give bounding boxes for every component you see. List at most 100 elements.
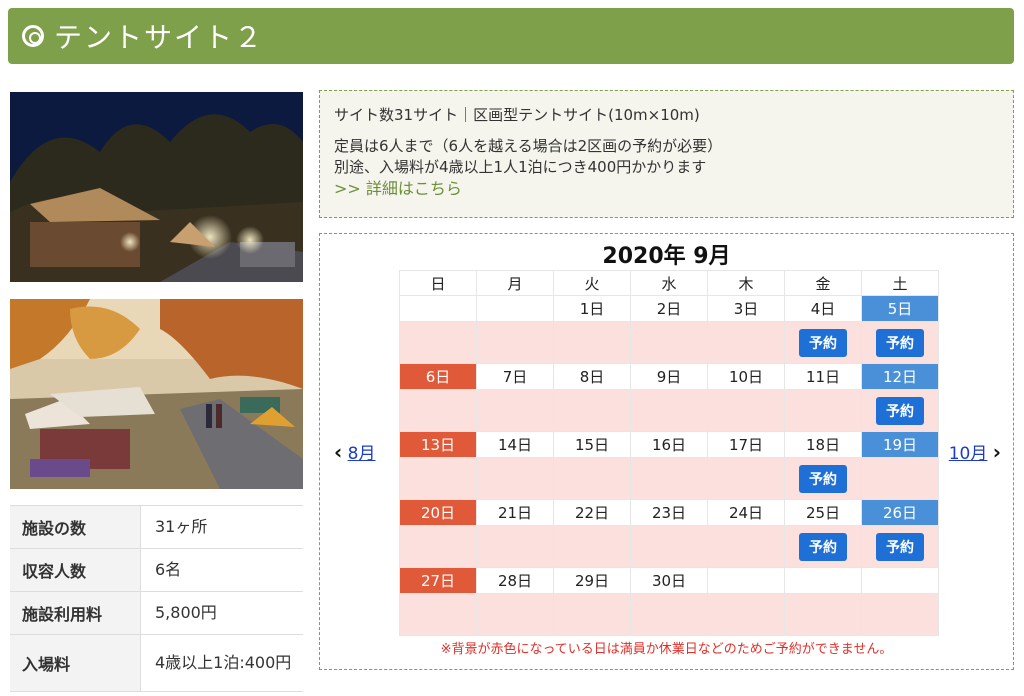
weekday-header-row: 日 月 火 水 木 金 土 <box>399 270 939 296</box>
status-cell-empty <box>476 321 554 364</box>
status-cell-full <box>553 457 631 500</box>
status-cell-available: 予約 <box>861 525 939 568</box>
date-row: 6日 7日 8日 9日 10日 11日 12日 <box>399 363 939 390</box>
reserve-button[interactable]: 予約 <box>799 532 847 561</box>
status-cell-available: 予約 <box>784 525 862 568</box>
status-cell-full <box>476 525 554 568</box>
status-cell-full <box>399 389 477 432</box>
weekday-label: 水 <box>630 270 708 296</box>
row-label: 施設利用料 <box>10 591 141 635</box>
calendar-title: 2020年 9月 <box>602 244 731 269</box>
status-cell-full <box>707 457 785 500</box>
next-month-nav[interactable]: 10月 › <box>949 439 1001 464</box>
date-cell-saturday: 12日 <box>861 363 939 390</box>
date-cell-sunday: 6日 <box>399 363 477 390</box>
status-cell-full <box>707 525 785 568</box>
status-cell-full <box>553 593 631 636</box>
weekday-label: 土 <box>861 270 939 296</box>
status-row <box>399 593 939 636</box>
date-row: 20日 21日 22日 23日 24日 25日 26日 <box>399 499 939 526</box>
prev-month-link[interactable]: 8月 <box>348 444 376 464</box>
status-cell-full <box>476 389 554 432</box>
date-row: 13日 14日 15日 16日 17日 18日 19日 <box>399 431 939 458</box>
weekday-label: 火 <box>553 270 631 296</box>
reserve-button[interactable]: 予約 <box>799 464 847 493</box>
weekday-label: 木 <box>707 270 785 296</box>
section-header: テントサイト２ <box>8 8 1014 64</box>
reservation-calendar: 2020年 9月 ‹ 8月 10月 › 日 月 火 水 木 金 土 1日 2日 … <box>319 233 1014 670</box>
date-cell-empty <box>861 567 939 594</box>
status-cell-full <box>476 457 554 500</box>
date-cell: 15日 <box>553 431 631 458</box>
status-cell-available: 予約 <box>861 389 939 432</box>
date-cell-sunday: 20日 <box>399 499 477 526</box>
date-cell-saturday: 5日 <box>861 295 939 322</box>
date-cell: 10日 <box>707 363 785 390</box>
row-value: 31ヶ所 <box>155 517 208 536</box>
date-cell: 16日 <box>630 431 708 458</box>
date-cell-empty <box>707 567 785 594</box>
next-month-link[interactable]: 10月 <box>949 444 988 464</box>
status-cell-full <box>553 321 631 364</box>
date-row: 1日 2日 3日 4日 5日 <box>399 295 939 322</box>
status-row: 予約 <box>399 457 939 500</box>
weekday-label: 日 <box>399 270 477 296</box>
date-cell: 21日 <box>476 499 554 526</box>
status-cell-full <box>476 593 554 636</box>
status-cell-full <box>399 593 477 636</box>
table-row: 施設利用料 5,800円 <box>10 591 303 635</box>
reserve-button[interactable]: 予約 <box>876 532 924 561</box>
reserve-button[interactable]: 予約 <box>876 396 924 425</box>
status-cell-full <box>630 525 708 568</box>
status-cell-full <box>553 389 631 432</box>
details-link[interactable]: >> 詳細はこちら <box>334 178 999 199</box>
status-cell-full <box>630 457 708 500</box>
date-cell: 4日 <box>784 295 862 322</box>
status-cell-full <box>553 525 631 568</box>
date-cell: 29日 <box>553 567 631 594</box>
status-cell-full <box>707 389 785 432</box>
date-cell: 25日 <box>784 499 862 526</box>
date-cell-sunday: 27日 <box>399 567 477 594</box>
double-circle-icon <box>22 25 44 47</box>
table-row: 入場料 4歳以上1泊:400円 <box>10 634 303 692</box>
status-cell-full <box>784 389 862 432</box>
date-cell: 30日 <box>630 567 708 594</box>
date-cell: 11日 <box>784 363 862 390</box>
date-cell: 17日 <box>707 431 785 458</box>
date-cell-empty <box>784 567 862 594</box>
date-cell: 2日 <box>630 295 708 322</box>
prev-month-nav[interactable]: ‹ 8月 <box>334 439 375 464</box>
reserve-button[interactable]: 予約 <box>876 328 924 357</box>
site-description: サイト数31サイト｜区画型テントサイト(10m×10m) 定員は6人まで（6人を… <box>319 90 1014 218</box>
date-row: 27日 28日 29日 30日 <box>399 567 939 594</box>
date-cell-empty <box>399 295 477 322</box>
status-cell-available: 予約 <box>784 321 862 364</box>
status-cell-empty <box>784 593 862 636</box>
row-value: 4歳以上1泊:400円 <box>155 653 292 672</box>
status-cell-full <box>630 389 708 432</box>
row-label: 入場料 <box>10 634 141 692</box>
date-cell: 1日 <box>553 295 631 322</box>
date-cell: 28日 <box>476 567 554 594</box>
row-label: 収容人数 <box>10 548 141 592</box>
status-cell-available: 予約 <box>784 457 862 500</box>
status-cell-empty <box>399 321 477 364</box>
weekday-label: 月 <box>476 270 554 296</box>
entrance-fee-note: 別途、入場料が4歳以上1人1泊につき400円かかります <box>334 158 707 176</box>
chevron-left-icon[interactable]: ‹ <box>334 440 342 464</box>
reserve-button[interactable]: 予約 <box>799 328 847 357</box>
date-cell: 22日 <box>553 499 631 526</box>
status-cell-full <box>630 593 708 636</box>
calendar-grid: 日 月 火 水 木 金 土 1日 2日 3日 4日 5日 予約 予約 6日 7日… <box>399 270 939 636</box>
status-cell-empty <box>707 593 785 636</box>
date-cell: 23日 <box>630 499 708 526</box>
site-summary: サイト数31サイト｜区画型テントサイト(10m×10m) <box>334 106 700 124</box>
table-row: 収容人数 6名 <box>10 548 303 592</box>
status-row: 予約 予約 <box>399 321 939 364</box>
date-cell-saturday: 19日 <box>861 431 939 458</box>
table-row: 施設の数 31ヶ所 <box>10 505 303 549</box>
row-value: 5,800円 <box>155 603 217 622</box>
date-cell: 14日 <box>476 431 554 458</box>
chevron-right-icon[interactable]: › <box>993 440 1001 464</box>
